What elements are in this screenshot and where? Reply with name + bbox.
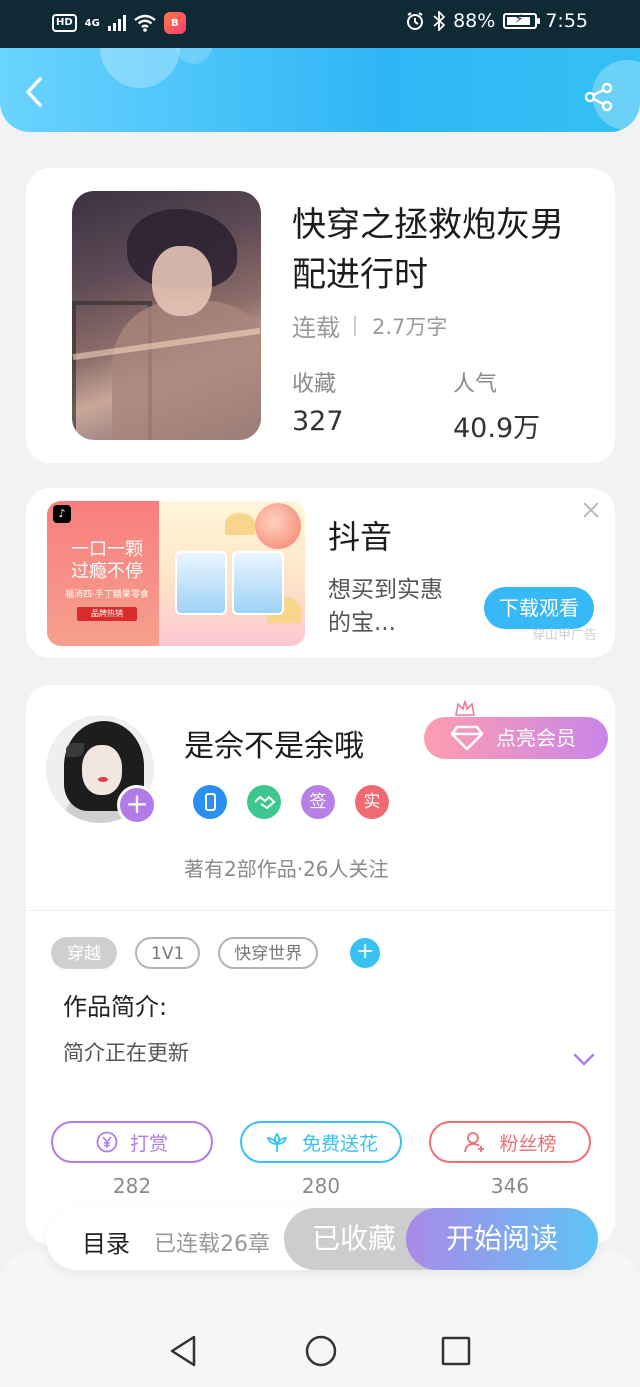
intro-heading: 作品简介: — [63, 993, 168, 1021]
bluetooth-icon — [433, 11, 446, 31]
intro-text: 简介正在更新 — [63, 1041, 189, 1065]
melon-illustration — [225, 513, 255, 535]
popularity-label: 人气 — [453, 372, 498, 397]
product-pack — [175, 551, 227, 615]
start-reading-button[interactable]: 开始阅读 — [406, 1208, 598, 1270]
fan-ranking-label: 粉丝榜 — [499, 1132, 557, 1155]
book-status: 连载 — [292, 314, 340, 342]
author-name[interactable]: 是佘不是余哦 — [184, 721, 364, 765]
yen-icon — [96, 1131, 118, 1153]
status-bar: HD 4G B 88% ⚡ 7:55 — [0, 0, 640, 48]
ad-image-subline: 福消四·手丁糖果零食 — [65, 590, 149, 600]
cover-art — [152, 246, 212, 316]
nav-back-icon[interactable] — [168, 1334, 198, 1368]
tip-button-label: 打赏 — [129, 1132, 168, 1155]
tag-chip[interactable]: 快穿世界 — [218, 937, 319, 969]
nav-home-icon[interactable] — [304, 1334, 338, 1368]
ad-app-name: 抖音 — [328, 518, 393, 556]
author-badges: 签 实 — [193, 785, 389, 819]
add-tag-button[interactable]: + — [350, 938, 381, 968]
tip-count: 282 — [112, 1174, 152, 1198]
tag-list: 穿越 1V1 快穿世界 + — [51, 937, 381, 969]
toc-button[interactable]: 目录 — [82, 1224, 130, 1259]
ad-description: 想买到实惠的宝... — [328, 577, 443, 636]
butterfly-icon — [66, 743, 84, 757]
avatar-art — [82, 745, 122, 795]
network-type: 4G — [84, 17, 100, 29]
avatar-art — [98, 777, 108, 782]
hd-indicator: HD — [52, 14, 77, 32]
serial-chapters[interactable]: 已连载26章 — [154, 1226, 270, 1258]
ad-card[interactable]: ♪ 一口一颗 过瘾不停 福消四·手丁糖果零食 品牌热销 抖音 想买到实惠的宝..… — [26, 488, 615, 658]
phone-medal-icon[interactable] — [193, 785, 227, 819]
book-title: 快穿之拯救炮灰男配进行时 — [292, 205, 564, 295]
peach-illustration — [255, 503, 301, 549]
fan-count: 346 — [490, 1174, 530, 1198]
action-buttons: 打赏 免费送花 粉丝榜 — [51, 1121, 591, 1163]
ad-image-tag: 品牌热销 — [77, 607, 137, 621]
favorites-value: 327 — [292, 406, 344, 437]
word-count: 2.7万字 — [372, 314, 448, 339]
flower-count: 280 — [301, 1174, 341, 1198]
vip-button[interactable]: 点亮会员 — [424, 700, 608, 759]
sign-badge-icon[interactable]: 签 — [301, 785, 335, 819]
tag-chip[interactable]: 1V1 — [135, 937, 201, 969]
action-counts: 282 280 346 — [51, 1174, 591, 1198]
battery-percent: 88% — [453, 10, 496, 32]
top-header — [0, 48, 640, 132]
book-meta: 连载 2.7万字 — [292, 308, 447, 343]
ad-image-headline: 一口一颗 过瘾不停 — [71, 539, 143, 582]
author-works-info: 著有2部作品·26人关注 — [184, 857, 389, 881]
popularity-value: 40.9万 — [453, 413, 541, 444]
favorites-label: 收藏 — [292, 372, 337, 397]
flower-icon — [266, 1132, 288, 1152]
chevron-left-icon[interactable] — [22, 76, 48, 108]
decor-bubble — [176, 48, 212, 64]
handshake-medal-icon[interactable] — [247, 785, 281, 819]
ad-download-button[interactable]: 下载观看 — [484, 587, 594, 629]
chevron-down-icon[interactable] — [573, 1053, 595, 1067]
book-cover[interactable] — [72, 191, 261, 440]
tip-button[interactable]: 打赏 — [51, 1121, 213, 1163]
ad-image[interactable]: ♪ 一口一颗 过瘾不停 福消四·手丁糖果零食 品牌热销 — [47, 501, 305, 646]
signal-icon — [107, 15, 126, 31]
fan-icon — [464, 1132, 485, 1153]
send-flower-label: 免费送花 — [301, 1132, 378, 1155]
author-card: + 是佘不是余哦 点亮会员 签 实 著有2部作品·26人关注 穿越 1V1 快穿… — [26, 685, 615, 1245]
diamond-icon — [450, 725, 484, 751]
alarm-icon — [407, 12, 424, 30]
meta-divider — [354, 315, 356, 336]
crown-icon — [455, 700, 475, 716]
ad-source-label: 穿山甲广告 — [532, 628, 598, 643]
product-pack — [232, 551, 284, 615]
tag-chip[interactable]: 穿越 — [51, 937, 117, 969]
fan-ranking-button[interactable]: 粉丝榜 — [429, 1121, 591, 1163]
vip-button-label: 点亮会员 — [496, 726, 576, 750]
nav-recents-icon[interactable] — [441, 1334, 471, 1368]
app-notification-icon: B — [163, 12, 186, 34]
book-info-card: 快穿之拯救炮灰男配进行时 连载 2.7万字 收藏 327 人气 40.9万 — [26, 168, 615, 463]
cover-art — [112, 301, 261, 440]
follow-author-button[interactable]: + — [117, 785, 157, 825]
verified-badge-icon[interactable]: 实 — [355, 785, 389, 819]
send-flower-button[interactable]: 免费送花 — [240, 1121, 402, 1163]
share-icon[interactable] — [584, 82, 614, 112]
decor-bubble — [100, 48, 180, 88]
clock: 7:55 — [545, 10, 588, 32]
tiktok-logo-icon: ♪ — [53, 505, 71, 523]
wifi-icon — [134, 14, 156, 32]
close-icon[interactable] — [581, 500, 601, 520]
divider — [26, 910, 615, 911]
battery-icon: ⚡ — [503, 12, 541, 29]
read-bar: 目录 已连载26章 已收藏 开始阅读 — [46, 1208, 598, 1270]
